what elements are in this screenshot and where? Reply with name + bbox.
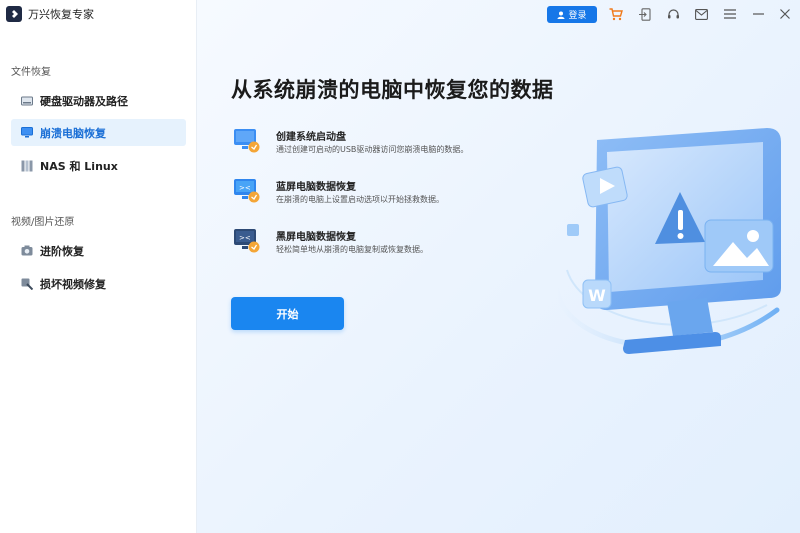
app-name: 万兴恢复专家	[28, 8, 94, 21]
feature-desc: 轻松简单地从崩溃的电脑复制或恢复数据。	[276, 245, 428, 254]
sign-in-icon[interactable]	[636, 6, 652, 22]
section-label-video-photo: 视频/图片还原	[11, 217, 75, 228]
monitor-warning-icon: W	[554, 128, 781, 354]
hard-drive-icon	[21, 95, 33, 107]
crashed-computer-illustration: W	[537, 120, 799, 370]
feature-black-screen-recovery: >< 黑屏电脑数据恢复 轻松简单地从崩溃的电脑复制或恢复数据。	[233, 228, 533, 260]
sidebar-item-label: 进阶恢复	[40, 244, 84, 258]
monitor-icon	[21, 127, 33, 139]
sidebar-item-nas-linux[interactable]: NAS 和 Linux	[11, 152, 186, 179]
feature-title: 创建系统启动盘	[276, 132, 346, 143]
login-label: 登录	[568, 11, 587, 21]
sidebar-item-label: 损坏视频修复	[40, 277, 106, 291]
menu-icon[interactable]	[722, 6, 738, 22]
mail-icon[interactable]	[693, 6, 709, 22]
page-title: 从系统崩溃的电脑中恢复您的数据	[231, 78, 554, 102]
repair-icon	[21, 278, 33, 290]
main-panel: 登录 从系统崩溃的电脑中恢复您的数据 创建系统启动盘 通过创建可启动的USB驱动…	[197, 0, 800, 533]
section-label-file-recovery: 文件恢复	[11, 67, 51, 78]
app-logo-icon	[6, 6, 22, 22]
black-screen-icon: ><	[233, 228, 261, 254]
feature-desc: 在崩溃的电脑上设置启动选项以开始拯救数据。	[276, 195, 444, 204]
minimize-icon[interactable]	[750, 6, 766, 22]
feature-title: 蓝屏电脑数据恢复	[276, 182, 356, 193]
user-icon	[557, 11, 565, 19]
sidebar: 万兴恢复专家 文件恢复 硬盘驱动器及路径 崩溃电脑恢复 NAS 和 Linux …	[0, 0, 197, 533]
feature-create-boot-disk: 创建系统启动盘 通过创建可启动的USB驱动器访问您崩溃电脑的数据。	[233, 128, 533, 160]
cart-icon[interactable]	[608, 6, 624, 22]
start-button[interactable]: 开始	[231, 297, 344, 330]
camera-icon	[21, 245, 33, 257]
boot-disk-icon	[233, 128, 261, 154]
feature-blue-screen-recovery: >< 蓝屏电脑数据恢复 在崩溃的电脑上设置启动选项以开始拯救数据。	[233, 178, 533, 210]
feature-title: 黑屏电脑数据恢复	[276, 232, 356, 243]
illustration-badge-text: W	[588, 286, 606, 305]
feature-desc: 通过创建可启动的USB驱动器访问您崩溃电脑的数据。	[276, 145, 469, 154]
login-button[interactable]: 登录	[547, 6, 597, 23]
close-icon[interactable]	[777, 6, 793, 22]
nas-icon	[21, 160, 33, 172]
svg-text:><: ><	[239, 184, 251, 192]
sidebar-item-label: 硬盘驱动器及路径	[40, 94, 128, 108]
svg-text:><: ><	[239, 234, 251, 242]
sidebar-item-label: 崩溃电脑恢复	[40, 126, 106, 140]
sidebar-item-video-repair[interactable]: 损坏视频修复	[11, 270, 186, 297]
sidebar-item-crashed-pc[interactable]: 崩溃电脑恢复	[11, 119, 186, 146]
headset-icon[interactable]	[665, 6, 681, 22]
blue-screen-icon: ><	[233, 178, 261, 204]
sidebar-item-advanced-recovery[interactable]: 进阶恢复	[11, 237, 186, 264]
app-title-bar: 万兴恢复专家	[6, 5, 94, 23]
sidebar-item-hard-drive[interactable]: 硬盘驱动器及路径	[11, 87, 186, 114]
sidebar-item-label: NAS 和 Linux	[40, 159, 118, 173]
